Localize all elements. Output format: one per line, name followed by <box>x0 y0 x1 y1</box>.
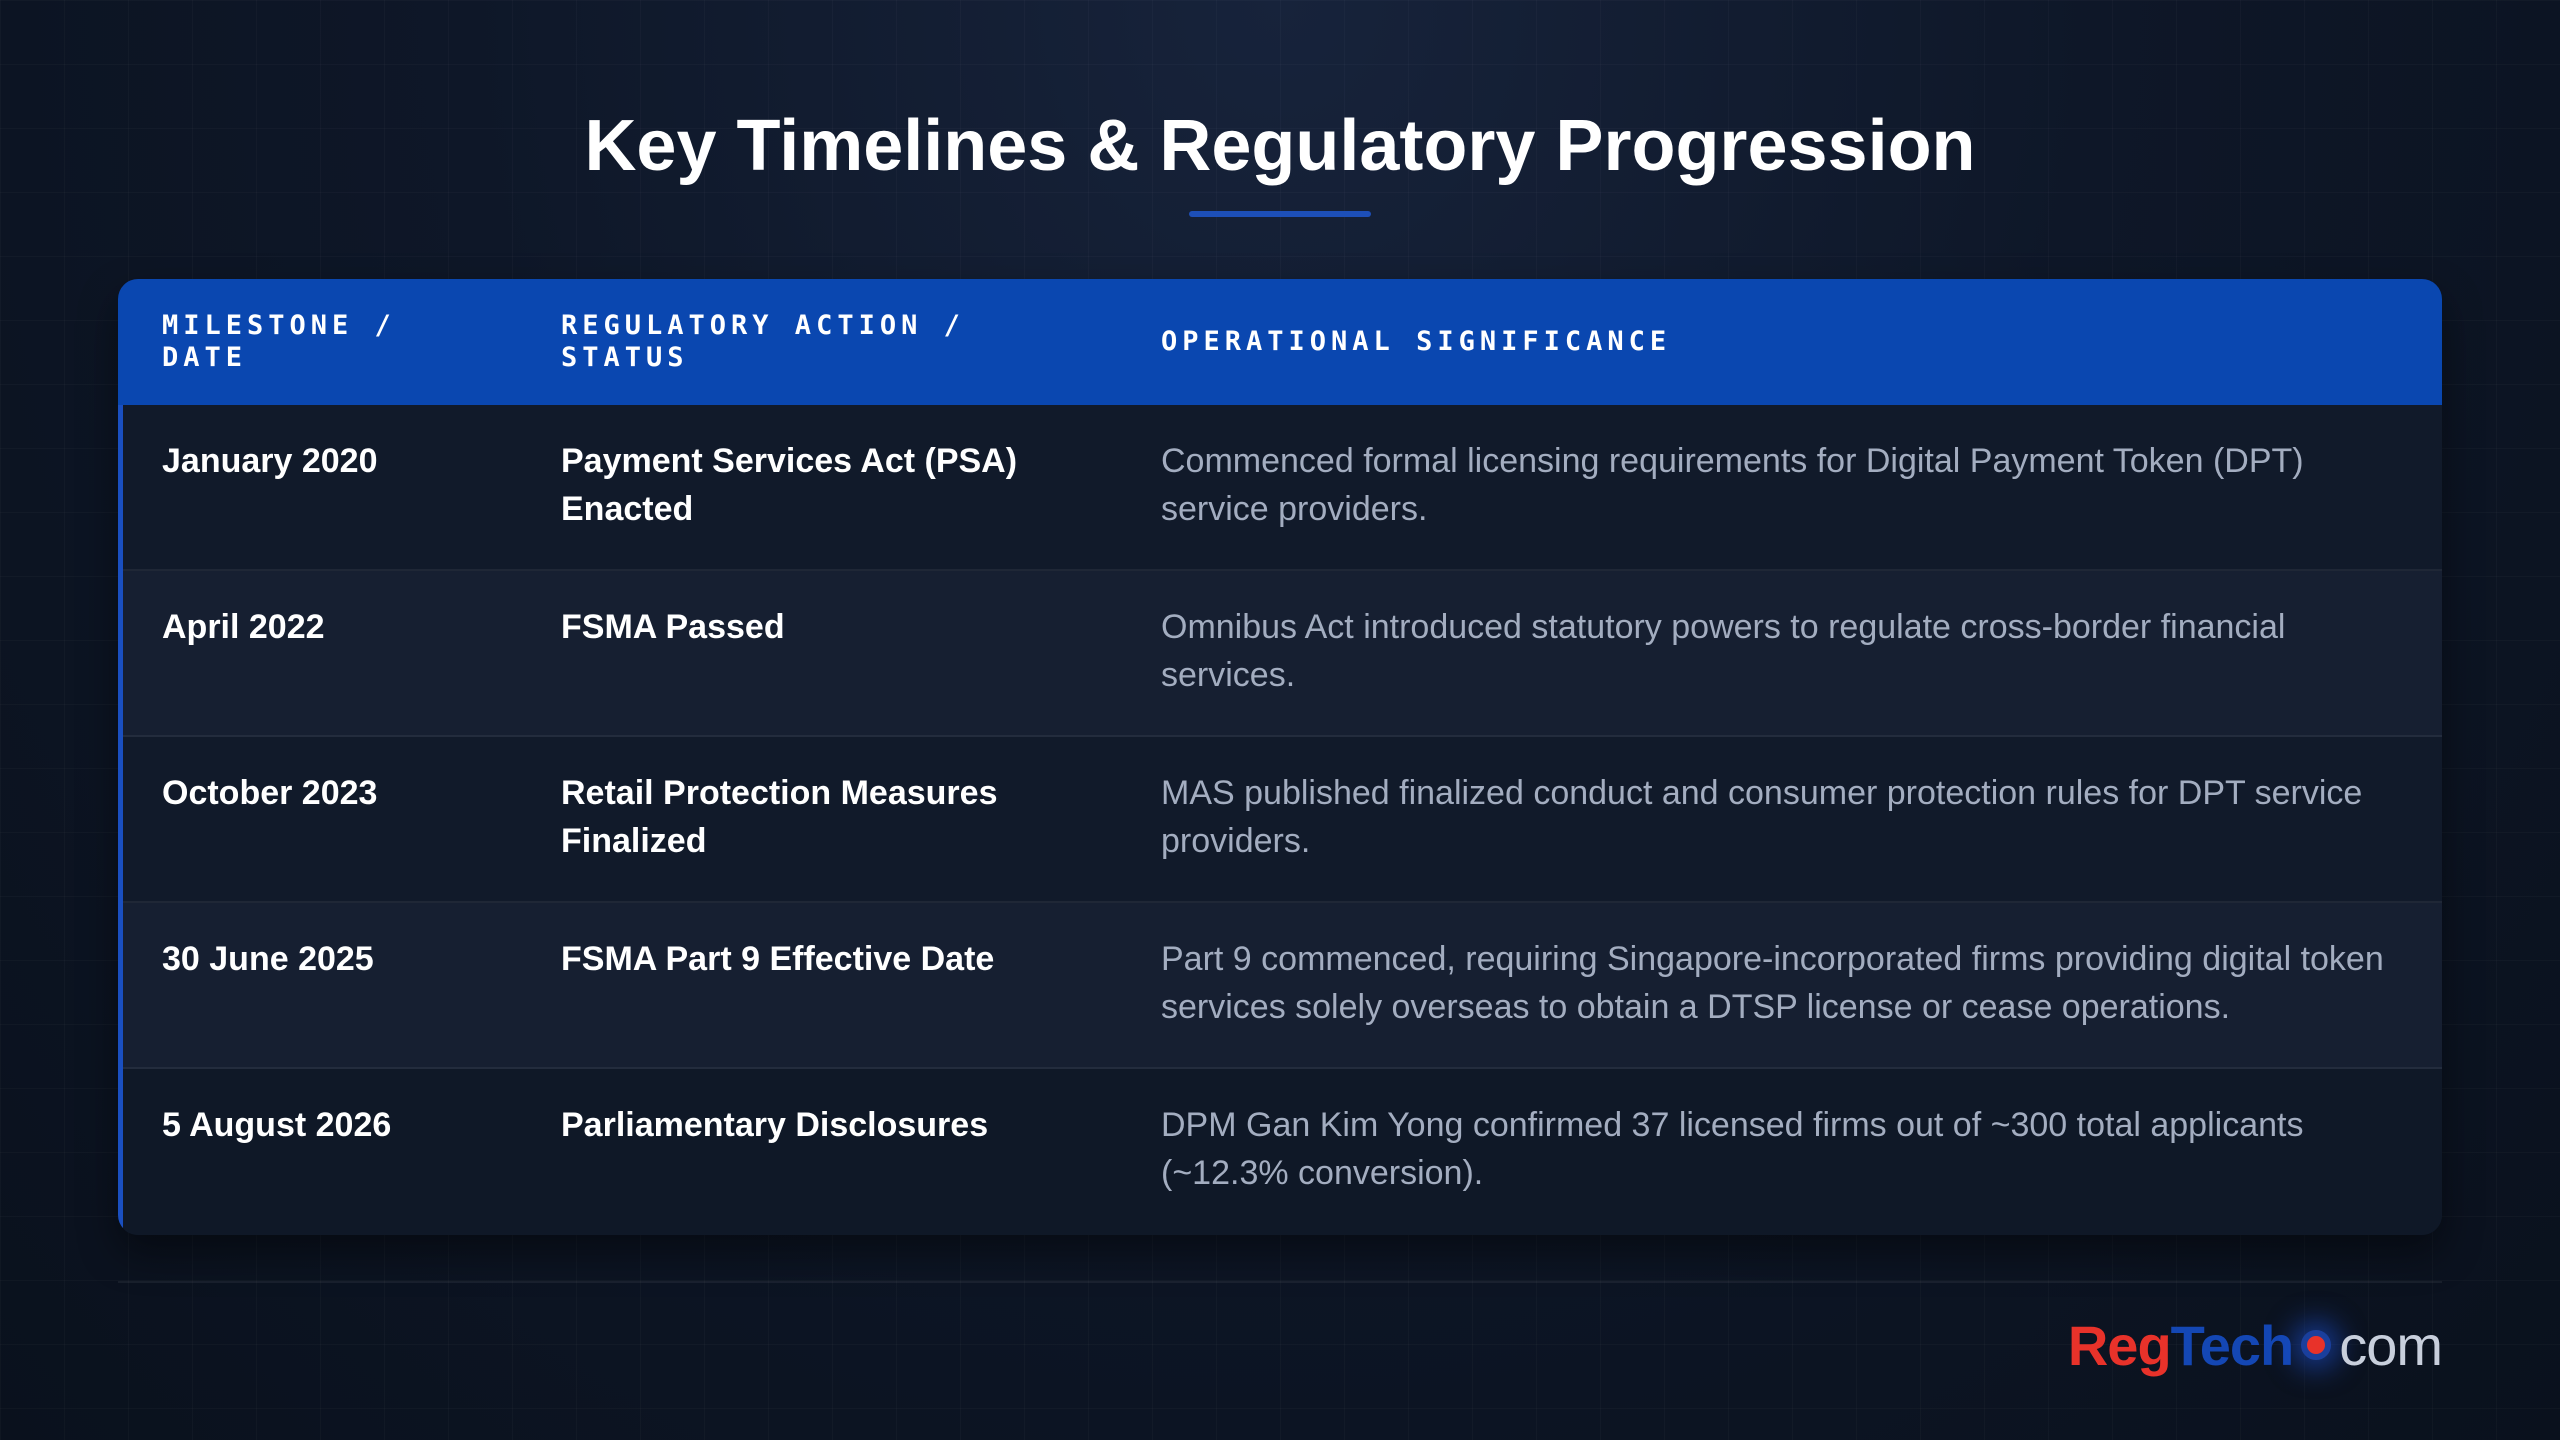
table-row: April 2022 FSMA Passed Omnibus Act intro… <box>118 571 2442 737</box>
milestone-date: October 2023 <box>162 774 378 812</box>
regulatory-action: Retail Protection Measures Finalized <box>561 774 998 860</box>
regulatory-action: FSMA Part 9 Effective Date <box>561 940 995 978</box>
operational-significance: DPM Gan Kim Yong confirmed 37 licensed f… <box>1161 1106 2304 1192</box>
milestone-date: April 2022 <box>162 608 325 646</box>
page-title: Key Timelines & Regulatory Progression <box>584 106 1976 186</box>
milestone-date: January 2020 <box>162 442 378 480</box>
operational-significance: MAS published finalized conduct and cons… <box>1161 774 2363 860</box>
column-header-milestone: MILESTONE / DATE <box>162 310 396 373</box>
table-row: October 2023 Retail Protection Measures … <box>118 737 2442 903</box>
milestone-date: 5 August 2026 <box>162 1106 392 1144</box>
table-row: January 2020 Payment Services Act (PSA) … <box>118 405 2442 571</box>
logo-tech-text: Tech <box>2170 1313 2295 1377</box>
regulatory-action: FSMA Passed <box>561 608 785 646</box>
logo-com-text: com <box>2339 1313 2443 1377</box>
column-header-operational-significance: OPERATIONAL SIGNIFICANCE <box>1161 326 1672 357</box>
row-accent-bar <box>118 405 123 1235</box>
timeline-table: MILESTONE / DATE REGULATORY ACTION / STA… <box>118 279 2442 1235</box>
table-row: 5 August 2026 Parliamentary Disclosures … <box>118 1069 2442 1235</box>
title-underline <box>1189 211 1371 217</box>
regulatory-action: Parliamentary Disclosures <box>561 1106 989 1144</box>
logo-reg-text: Reg <box>2067 1313 2172 1377</box>
table-header: MILESTONE / DATE REGULATORY ACTION / STA… <box>118 279 2442 405</box>
operational-significance: Part 9 commenced, requiring Singapore-in… <box>1161 940 2384 1026</box>
logo-dot-icon <box>2301 1330 2332 1360</box>
operational-significance: Commenced formal licensing requirements … <box>1161 442 2304 528</box>
table-row: 30 June 2025 FSMA Part 9 Effective Date … <box>118 903 2442 1069</box>
regulatory-action: Payment Services Act (PSA) Enacted <box>561 442 1018 528</box>
milestone-date: 30 June 2025 <box>162 940 374 978</box>
column-header-regulatory-action: REGULATORY ACTION / STATUS <box>561 310 965 373</box>
footer-divider <box>118 1281 2442 1283</box>
table-body: January 2020 Payment Services Act (PSA) … <box>118 405 2442 1235</box>
operational-significance: Omnibus Act introduced statutory powers … <box>1161 608 2286 694</box>
regtech-logo: Reg Tech com <box>2067 1310 2443 1380</box>
